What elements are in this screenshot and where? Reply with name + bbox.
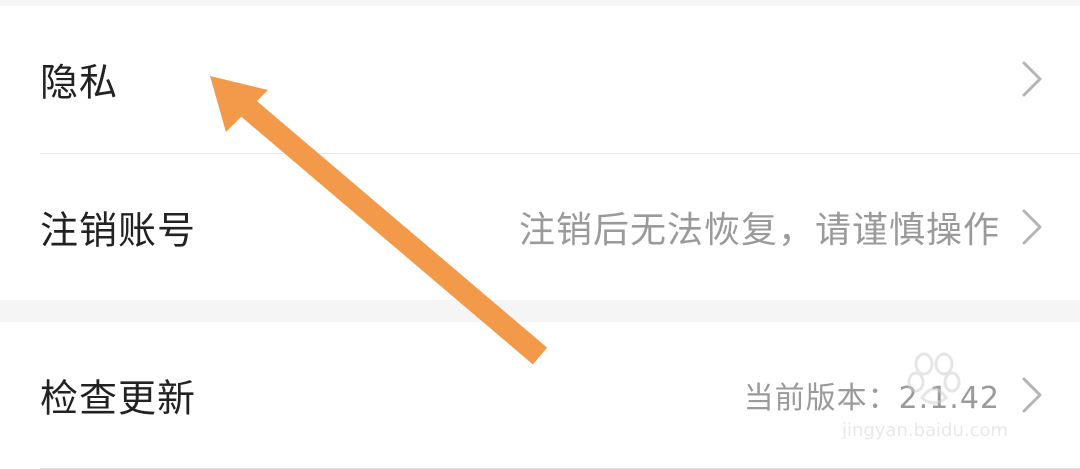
delete-account-row[interactable]: 注销账号 注销后无法恢复，请谨慎操作 (0, 154, 1080, 300)
check-update-row[interactable]: 检查更新 当前版本：2.1.42 (0, 322, 1080, 468)
chevron-right-icon (1022, 209, 1042, 245)
privacy-label: 隐私 (40, 60, 119, 105)
current-version-value: 当前版本：2.1.42 (743, 381, 1000, 416)
settings-group-app: 检查更新 当前版本：2.1.42 (0, 322, 1080, 469)
delete-account-hint: 注销后无法恢复，请谨慎操作 (518, 210, 1000, 251)
settings-group-account: 隐私 注销账号 注销后无法恢复，请谨慎操作 (0, 6, 1080, 300)
chevron-right-icon (1022, 377, 1042, 413)
privacy-row[interactable]: 隐私 (0, 6, 1080, 152)
check-update-label: 检查更新 (40, 376, 197, 421)
delete-account-label: 注销账号 (40, 208, 197, 253)
chevron-right-icon (1022, 61, 1042, 97)
